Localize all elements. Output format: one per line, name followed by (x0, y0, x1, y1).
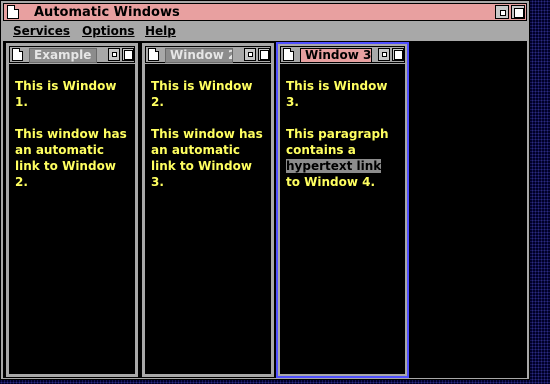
minimize-button[interactable] (108, 48, 120, 61)
paragraph: This is Window 3. (286, 79, 388, 109)
document-icon[interactable] (283, 48, 294, 61)
menu-options[interactable]: Options (82, 24, 135, 38)
subwindow-content: This is Window 2. This window has an aut… (145, 64, 271, 374)
paragraph: This is Window 1. (15, 79, 117, 109)
menu-help[interactable]: Help (145, 24, 176, 38)
maximize-button[interactable] (392, 48, 404, 61)
subwindow-title: Example (29, 48, 97, 63)
maximize-button[interactable] (122, 48, 134, 61)
document-icon[interactable] (148, 48, 159, 61)
window-title: Automatic Windows (34, 5, 180, 20)
subwindow-titlebar[interactable]: Example (9, 46, 135, 63)
subwindow-content: This is Window 1. This window has an aut… (9, 64, 135, 374)
subwindow-window-3[interactable]: Window 3 This is Window 3. This paragrap… (276, 42, 409, 378)
main-titlebar[interactable]: Automatic Windows (3, 3, 527, 21)
minimize-button[interactable] (378, 48, 390, 61)
minimize-button[interactable] (244, 48, 256, 61)
subwindow-title: Window 3 (300, 48, 372, 63)
paragraph-text: This paragraph contains a (286, 127, 389, 157)
subwindow-content: This is Window 3. This paragraph contain… (280, 64, 405, 374)
maximize-button[interactable] (511, 5, 525, 19)
menu-bar: Services Options Help (3, 22, 527, 40)
subwindow-titlebar[interactable]: Window 2 (145, 46, 271, 63)
document-icon[interactable] (7, 5, 19, 19)
paragraph-text: to Window 4. (286, 175, 376, 189)
menu-services[interactable]: Services (13, 24, 70, 38)
minimize-button[interactable] (495, 5, 509, 19)
paragraph: This window has an automatic link to Win… (151, 127, 263, 189)
hypertext-link[interactable]: hypertext link (286, 159, 382, 173)
subwindow-titlebar[interactable]: Window 3 (280, 46, 405, 63)
subwindow-example[interactable]: Example This is Window 1. This window ha… (5, 42, 139, 378)
subwindow-title: Window 2 (165, 48, 233, 63)
subwindow-window-2[interactable]: Window 2 This is Window 2. This window h… (141, 42, 275, 378)
paragraph: This is Window 2. (151, 79, 253, 109)
paragraph-with-link: This paragraph contains a hypertext link… (286, 126, 399, 190)
paragraph: This window has an automatic link to Win… (15, 127, 127, 189)
maximize-button[interactable] (258, 48, 270, 61)
document-icon[interactable] (12, 48, 23, 61)
